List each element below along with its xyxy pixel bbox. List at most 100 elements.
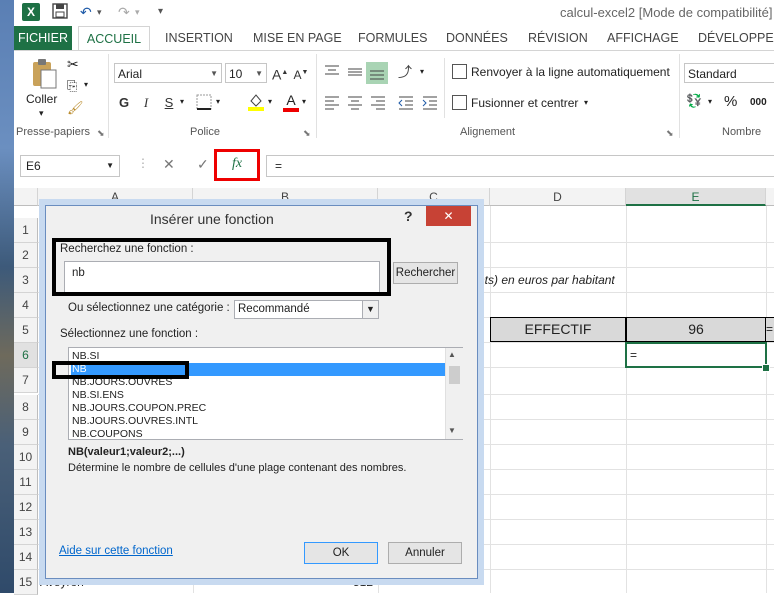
- merge-center-icon[interactable]: [452, 95, 467, 110]
- thousands-button[interactable]: 000: [750, 97, 767, 108]
- number-format-combo[interactable]: Standard: [684, 63, 774, 83]
- cut-icon[interactable]: ✂: [67, 56, 79, 73]
- save-icon[interactable]: [52, 3, 68, 21]
- name-box[interactable]: E6 ▼: [20, 155, 120, 177]
- wrap-text-icon[interactable]: [452, 64, 467, 79]
- list-item[interactable]: NB.JOURS.COUPON.PREC: [71, 402, 446, 415]
- alignment-launcher-icon[interactable]: ⬊: [666, 128, 674, 139]
- currency-icon[interactable]: 💱: [686, 93, 702, 109]
- column-header-a[interactable]: A: [38, 188, 193, 206]
- tab-fichier[interactable]: FICHIER: [14, 26, 72, 50]
- orientation-dropdown-icon[interactable]: ▾: [420, 67, 424, 76]
- scroll-down-icon[interactable]: ▼: [448, 426, 456, 435]
- redo-dropdown-icon[interactable]: ▾: [135, 3, 140, 21]
- insert-function-button[interactable]: fx: [232, 156, 242, 172]
- help-link[interactable]: Aide sur cette fonction: [59, 545, 173, 557]
- row-header[interactable]: 1: [14, 218, 38, 243]
- fill-handle[interactable]: [762, 364, 770, 372]
- cell-f5[interactable]: =: [766, 317, 774, 342]
- close-button[interactable]: ✕: [426, 206, 471, 226]
- merge-center-button[interactable]: Fusionner et centrer: [471, 96, 578, 110]
- percent-button[interactable]: %: [724, 93, 737, 110]
- font-size-combo[interactable]: 10 ▼: [225, 63, 267, 83]
- grow-font-icon[interactable]: A▲: [272, 63, 288, 83]
- cancel-button[interactable]: Annuler: [388, 542, 462, 564]
- row-header[interactable]: 14: [14, 545, 38, 570]
- row-header[interactable]: 2: [14, 243, 38, 268]
- paste-icon[interactable]: [30, 58, 58, 90]
- bold-button[interactable]: G: [118, 93, 130, 113]
- cell-e6-active[interactable]: =: [625, 342, 767, 368]
- paste-dropdown-icon[interactable]: ▾: [39, 108, 44, 119]
- italic-button[interactable]: I: [140, 93, 152, 113]
- scroll-up-icon[interactable]: ▲: [448, 350, 456, 359]
- shrink-font-icon[interactable]: A▼: [293, 63, 309, 83]
- column-header-f[interactable]: [766, 188, 774, 206]
- align-bottom-icon[interactable]: [366, 62, 388, 84]
- cancel-formula-icon[interactable]: ✕: [163, 156, 175, 173]
- copy-dropdown-icon[interactable]: ▾: [84, 80, 88, 89]
- row-header[interactable]: 8: [14, 395, 38, 420]
- customize-quick-access-icon[interactable]: ▾: [158, 3, 163, 21]
- copy-icon[interactable]: ⎘: [67, 78, 77, 94]
- underline-dropdown-icon[interactable]: ▾: [180, 97, 184, 106]
- tab-developpeur[interactable]: DÉVELOPPEUR: [698, 26, 774, 50]
- select-all-corner[interactable]: [14, 188, 38, 206]
- undo-icon[interactable]: ↶: [80, 3, 92, 21]
- font-color-icon[interactable]: A: [282, 92, 300, 112]
- scroll-thumb[interactable]: [449, 366, 460, 384]
- tab-formules[interactable]: FORMULES: [358, 26, 427, 50]
- row-header[interactable]: 5: [14, 318, 38, 343]
- font-launcher-icon[interactable]: ⬊: [303, 128, 311, 139]
- orientation-icon[interactable]: ⤴: [398, 62, 412, 82]
- list-item[interactable]: NB.COUPONS: [71, 428, 446, 439]
- row-header[interactable]: 11: [14, 470, 38, 495]
- column-header-b[interactable]: B: [193, 188, 378, 206]
- align-top-icon[interactable]: [322, 62, 342, 82]
- align-right-icon[interactable]: [368, 93, 388, 113]
- undo-dropdown-icon[interactable]: ▾: [97, 3, 102, 21]
- row-header[interactable]: 7: [14, 368, 38, 393]
- decrease-indent-icon[interactable]: [396, 93, 416, 113]
- row-header[interactable]: 9: [14, 420, 38, 445]
- row-header[interactable]: 3: [14, 268, 38, 293]
- currency-dropdown-icon[interactable]: ▾: [708, 97, 712, 106]
- list-item[interactable]: NB.JOURS.OUVRES.INTL: [71, 415, 446, 428]
- row-header[interactable]: 10: [14, 445, 38, 470]
- search-button[interactable]: Rechercher: [393, 262, 458, 284]
- formula-input[interactable]: =: [266, 155, 774, 177]
- fill-color-dropdown-icon[interactable]: ▾: [268, 97, 272, 106]
- row-header-active[interactable]: 6: [14, 343, 38, 368]
- row-header[interactable]: 12: [14, 495, 38, 520]
- clipboard-launcher-icon[interactable]: ⬊: [97, 128, 105, 139]
- category-select[interactable]: Recommandé ▼: [234, 300, 379, 319]
- wrap-text-button[interactable]: Renvoyer à la ligne automatiquement: [471, 65, 670, 79]
- enter-formula-icon[interactable]: ✓: [197, 156, 209, 173]
- merge-dropdown-icon[interactable]: ▾: [584, 98, 588, 107]
- font-name-combo[interactable]: Arial ▼: [114, 63, 222, 83]
- fill-color-icon[interactable]: [246, 92, 266, 112]
- tab-insertion[interactable]: INSERTION: [165, 26, 233, 50]
- help-button[interactable]: ?: [404, 208, 413, 224]
- cell-d5[interactable]: EFFECTIF: [490, 317, 626, 342]
- tab-mise-en-page[interactable]: MISE EN PAGE: [253, 26, 342, 50]
- list-scrollbar[interactable]: ▲ ▼: [445, 348, 463, 439]
- row-header[interactable]: 15: [14, 570, 38, 595]
- column-header-c[interactable]: C: [378, 188, 490, 206]
- borders-dropdown-icon[interactable]: ▾: [216, 97, 220, 106]
- list-item[interactable]: NB.SI.ENS: [71, 389, 446, 402]
- row-header[interactable]: 13: [14, 520, 38, 545]
- column-header-d[interactable]: D: [490, 188, 626, 206]
- align-center-icon[interactable]: [345, 93, 365, 113]
- tab-affichage[interactable]: AFFICHAGE: [607, 26, 679, 50]
- redo-icon[interactable]: ↷: [118, 3, 130, 21]
- column-header-e[interactable]: E: [626, 188, 766, 206]
- ok-button[interactable]: OK: [304, 542, 378, 564]
- align-left-icon[interactable]: [322, 93, 342, 113]
- increase-indent-icon[interactable]: [420, 93, 440, 113]
- tab-revision[interactable]: RÉVISION: [528, 26, 588, 50]
- format-painter-icon[interactable]: 🖌: [67, 100, 84, 116]
- borders-icon[interactable]: [195, 93, 213, 111]
- underline-button[interactable]: S: [163, 93, 175, 113]
- cell-e5[interactable]: 96: [626, 317, 766, 342]
